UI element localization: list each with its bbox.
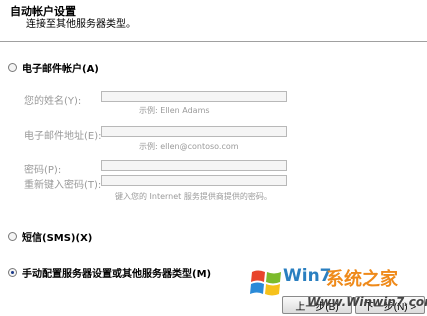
- manual-config-label: 手动配置服务器设置或其他服务器类型(M): [22, 269, 212, 280]
- retype-password-input[interactable]: [101, 175, 287, 186]
- sms-option[interactable]: 短信(SMS)(X): [8, 229, 92, 244]
- page-subtitle: 连接至其他服务器类型。: [26, 19, 136, 30]
- sms-label: 短信(SMS)(X): [22, 233, 93, 244]
- watermark-brand-win7: Win7: [283, 266, 332, 286]
- email-hint: 示例: ellen@contoso.com: [139, 142, 239, 151]
- watermark-brand-name: 系统之家: [326, 269, 398, 290]
- watermark-url: Www.Winwin7.com: [307, 295, 427, 309]
- name-label: 您的姓名(Y):: [24, 96, 82, 107]
- password-input[interactable]: [101, 160, 287, 171]
- sms-radio[interactable]: [8, 232, 17, 241]
- email-input[interactable]: [101, 126, 287, 137]
- name-input[interactable]: [101, 91, 287, 102]
- header-divider: [0, 41, 427, 42]
- retype-password-label: 重新键入密码(T):: [24, 180, 102, 191]
- manual-config-radio[interactable]: [8, 268, 17, 277]
- dialog-header: 自动帐户设置 连接至其他服务器类型。: [0, 0, 427, 42]
- manual-config-option[interactable]: 手动配置服务器设置或其他服务器类型(M): [8, 265, 211, 280]
- password-hint: 键入您的 Internet 服务提供商提供的密码。: [115, 192, 272, 201]
- windows-flag-icon: [250, 270, 281, 296]
- email-label: 电子邮件地址(E):: [24, 131, 102, 142]
- email-account-option[interactable]: 电子邮件帐户(A): [8, 60, 99, 75]
- name-hint: 示例: Ellen Adams: [139, 106, 210, 115]
- password-label: 密码(P):: [24, 165, 62, 176]
- email-account-radio[interactable]: [8, 63, 17, 72]
- watermark-logo: Win7 系统之家 Www.Winwin7.com: [247, 262, 427, 316]
- email-account-label: 电子邮件帐户(A): [22, 64, 99, 75]
